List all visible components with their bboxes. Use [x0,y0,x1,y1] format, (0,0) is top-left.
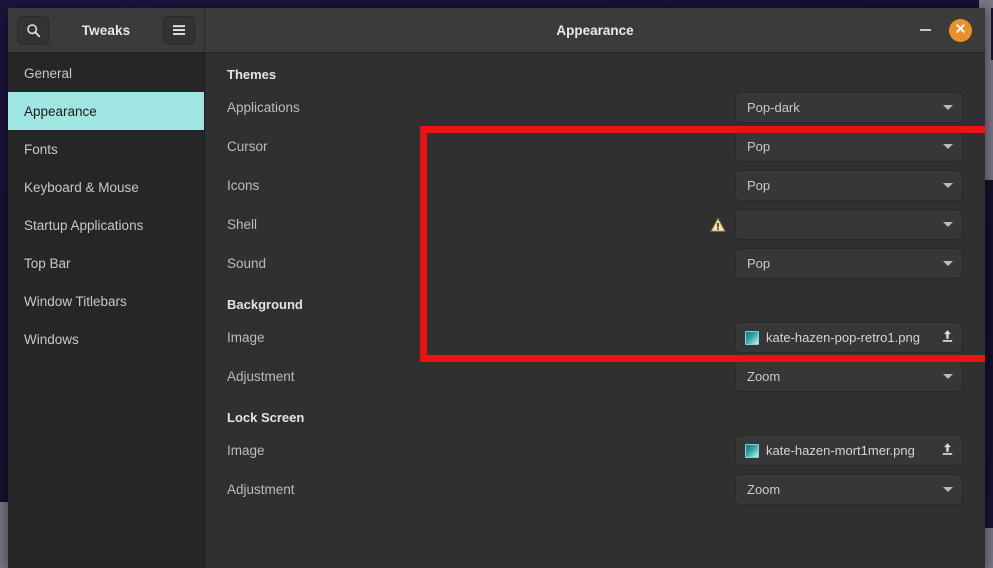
upload-icon [941,442,954,459]
dropdown-value: Pop [747,256,771,271]
image-thumbnail-icon [745,443,759,458]
row-label: Adjustment [227,482,295,497]
page-title: Appearance [556,22,634,38]
section-background: Background Image kate-hazen-pop-retro1.png… [205,283,985,396]
dropdown-sound[interactable]: Pop [735,248,963,279]
row-control: Pop [735,170,963,201]
dropdown-cursor[interactable]: Pop [735,131,963,162]
menu-button[interactable] [162,15,195,45]
sidebar-item-label: Appearance [24,103,97,119]
row-control: Pop-dark [735,92,963,123]
minimize-button[interactable] [915,20,935,40]
chevron-down-icon [943,374,953,379]
row-label: Shell [227,217,258,232]
row-label: Image [227,443,265,458]
row-control: Zoom [735,474,963,505]
section-lock-screen: Lock Screen Image kate-hazen-mort1mer.png A… [205,396,985,509]
close-icon [955,21,966,39]
section-title: Background [227,297,303,312]
row-control: Pop [735,131,963,162]
sidebar-item-startup-applications[interactable]: Startup Applications [8,206,204,244]
sidebar: General Appearance Fonts Keyboard & Mouse St… [8,53,205,568]
header-bar-left: Tweaks [8,8,205,52]
chevron-down-icon [943,261,953,266]
minimize-icon [919,29,931,31]
settings-row: Sound Pop [227,244,963,283]
window-controls [915,18,985,42]
section-themes: Themes Applications Pop-dark Cursor Pop Icons… [205,53,985,283]
image-file-name: kate-hazen-mort1mer.png [766,443,915,458]
row-control: kate-hazen-pop-retro1.png [735,322,963,353]
image-file-name: kate-hazen-pop-retro1.png [766,330,920,345]
image-picker-button[interactable]: kate-hazen-pop-retro1.png [735,322,963,353]
row-control [710,209,963,240]
row-control: kate-hazen-mort1mer.png [735,435,963,466]
app-title: Tweaks [81,22,131,38]
wallpaper-shape [979,0,993,8]
window-body: General Appearance Fonts Keyboard & Mouse St… [8,53,985,568]
warning-icon [710,216,726,233]
chevron-down-icon [943,183,953,188]
row-label: Sound [227,256,267,271]
section-title: Themes [227,67,277,82]
sidebar-item-keyboard-mouse[interactable]: Keyboard & Mouse [8,168,204,206]
dropdown-adjustment[interactable]: Zoom [735,361,963,392]
image-picker-button[interactable]: kate-hazen-mort1mer.png [735,435,963,466]
sidebar-item-label: Windows [24,331,79,347]
dropdown-value: Pop-dark [747,100,800,115]
settings-row: Adjustment Zoom [227,357,963,396]
chevron-down-icon [943,144,953,149]
search-button[interactable] [17,15,49,45]
row-label: Image [227,330,265,345]
settings-row: Image kate-hazen-mort1mer.png [227,431,963,470]
section-title: Lock Screen [227,410,305,425]
sidebar-item-window-titlebars[interactable]: Window Titlebars [8,282,204,320]
image-thumbnail-icon [745,330,759,345]
header-bar-right: Appearance [205,8,985,52]
tweaks-window: Tweaks Appearance General Appearance Fon… [8,8,985,568]
row-label: Icons [227,178,260,193]
dropdown-adjustment[interactable]: Zoom [735,474,963,505]
row-label: Cursor [227,139,268,154]
sidebar-item-top-bar[interactable]: Top Bar [8,244,204,282]
row-label: Applications [227,100,300,115]
header-bar: Tweaks Appearance [8,8,985,53]
dropdown-value: Zoom [747,482,781,497]
settings-row: Cursor Pop [227,127,963,166]
sidebar-item-label: General [24,65,73,81]
dropdown-shell[interactable] [735,209,963,240]
chevron-down-icon [943,105,953,110]
settings-row: Icons Pop [227,166,963,205]
chevron-down-icon [943,222,953,227]
sidebar-item-windows[interactable]: Windows [8,320,204,358]
settings-row: Image kate-hazen-pop-retro1.png [227,318,963,357]
dropdown-value: Pop [747,139,771,154]
dropdown-value: Pop [747,178,771,193]
dropdown-value: Zoom [747,369,781,384]
row-control: Zoom [735,361,963,392]
settings-row: Shell [227,205,963,244]
chevron-down-icon [943,487,953,492]
settings-row: Adjustment Zoom [227,470,963,509]
row-label: Adjustment [227,369,295,384]
sidebar-item-label: Keyboard & Mouse [24,179,139,195]
sidebar-item-fonts[interactable]: Fonts [8,130,204,168]
hamburger-menu-icon [172,24,186,36]
sidebar-item-label: Window Titlebars [24,293,127,309]
upload-icon [941,329,954,346]
sidebar-item-label: Top Bar [24,255,71,271]
close-button[interactable] [949,18,972,42]
sidebar-item-label: Fonts [24,141,58,157]
search-icon [26,23,41,38]
sidebar-item-label: Startup Applications [24,217,144,233]
settings-content: Themes Applications Pop-dark Cursor Pop Icons… [205,53,985,568]
dropdown-applications[interactable]: Pop-dark [735,92,963,123]
dropdown-icons[interactable]: Pop [735,170,963,201]
row-control: Pop [735,248,963,279]
sidebar-item-appearance[interactable]: Appearance [8,92,204,130]
sidebar-item-general[interactable]: General [8,54,204,92]
settings-row: Applications Pop-dark [227,88,963,127]
